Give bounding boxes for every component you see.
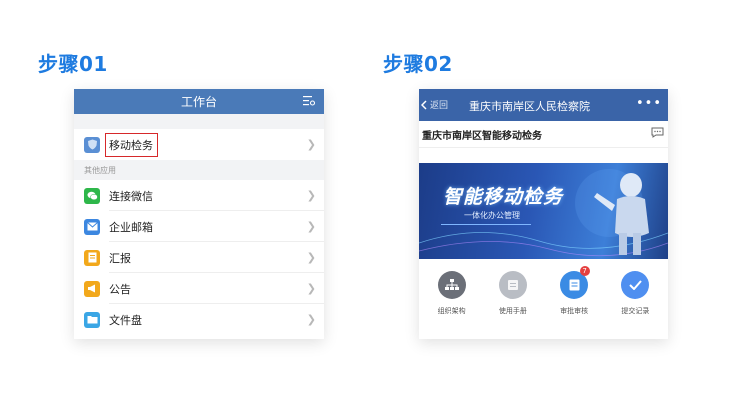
- wechat-icon: [84, 187, 100, 204]
- featured-item-mobile-procuratorate[interactable]: 移动检务 ❯: [74, 129, 324, 160]
- app-item-label: 文件盘: [109, 313, 142, 327]
- featured-item-label: 移动检务: [105, 132, 158, 157]
- app-tile-label: 使用手册: [498, 307, 527, 315]
- notification-badge: 7: [579, 266, 590, 276]
- subtitle-bar: 重庆市南岸区智能移动检务: [419, 121, 668, 148]
- chevron-right-icon: ❯: [306, 220, 316, 233]
- app-item-2[interactable]: 汇报 ❯: [74, 242, 324, 273]
- app-tile-label: 组织架构: [437, 307, 466, 315]
- report-icon: [84, 249, 100, 266]
- settings-list-icon[interactable]: [303, 95, 315, 107]
- app-grid: 组织架构 使用手册 7 审批审核 提交记录: [419, 259, 668, 337]
- step2-title: 步骤02: [383, 52, 453, 76]
- app-item-label: 公告: [109, 282, 131, 296]
- chat-icon[interactable]: [651, 127, 664, 141]
- app-tile-label: 审批审核: [560, 307, 589, 315]
- chevron-right-icon: ❯: [306, 189, 316, 202]
- back-button[interactable]: 返回: [421, 98, 448, 111]
- app-tile-0[interactable]: 组织架构: [424, 259, 479, 337]
- more-icon[interactable]: •••: [636, 96, 662, 111]
- chevron-right-icon: ❯: [306, 313, 316, 326]
- workbench-screen: 工作台 移动检务 ❯ 其他应用 连接微信 ❯ 企业邮箱 ❯ 汇报 ❯ 公告 ❯ 文件盘 ❯: [74, 89, 324, 339]
- app-header: 返回 重庆市南岸区人民检察院 •••: [419, 89, 668, 121]
- app-item-label: 汇报: [109, 251, 131, 265]
- workbench-header: 工作台: [74, 89, 324, 114]
- check-icon: [621, 271, 650, 299]
- section-label: 其他应用: [74, 160, 324, 180]
- app-item-3[interactable]: 公告 ❯: [74, 273, 324, 304]
- app-item-label: 连接微信: [109, 189, 153, 203]
- org-chart-icon: [437, 271, 466, 299]
- app-tile-2[interactable]: 7 审批审核: [547, 259, 602, 337]
- app-tile-3[interactable]: 提交记录: [608, 259, 663, 337]
- banner-title: 智能移动检务: [443, 186, 564, 208]
- workbench-title: 工作台: [180, 95, 217, 109]
- chevron-right-icon: ❯: [306, 251, 316, 264]
- subtitle: 重庆市南岸区智能移动检务: [422, 130, 542, 142]
- app-item-1[interactable]: 企业邮箱 ❯: [74, 211, 324, 242]
- megaphone-icon: [84, 280, 100, 297]
- mail-icon: [84, 218, 100, 235]
- app-tile-1[interactable]: 使用手册: [485, 259, 540, 337]
- folder-icon: [84, 311, 100, 328]
- app-item-label: 企业邮箱: [109, 220, 153, 234]
- app-header-title: 重庆市南岸区人民检察院: [469, 100, 590, 113]
- banner-subtitle: 一体化办公管理: [464, 211, 520, 220]
- step1-title: 步骤01: [38, 52, 108, 76]
- app-item-0[interactable]: 连接微信 ❯: [74, 180, 324, 211]
- mobile-procuratorate-screen: 返回 重庆市南岸区人民检察院 ••• 重庆市南岸区智能移动检务 智能移动检务 一…: [419, 89, 668, 339]
- chevron-right-icon: ❯: [306, 138, 316, 151]
- manual-icon: [498, 271, 527, 299]
- shield-icon: [84, 136, 100, 153]
- app-item-4[interactable]: 文件盘 ❯: [74, 304, 324, 335]
- banner: 智能移动检务 一体化办公管理: [419, 163, 668, 259]
- app-tile-label: 提交记录: [621, 307, 650, 315]
- back-label: 返回: [430, 101, 449, 111]
- chevron-right-icon: ❯: [306, 282, 316, 295]
